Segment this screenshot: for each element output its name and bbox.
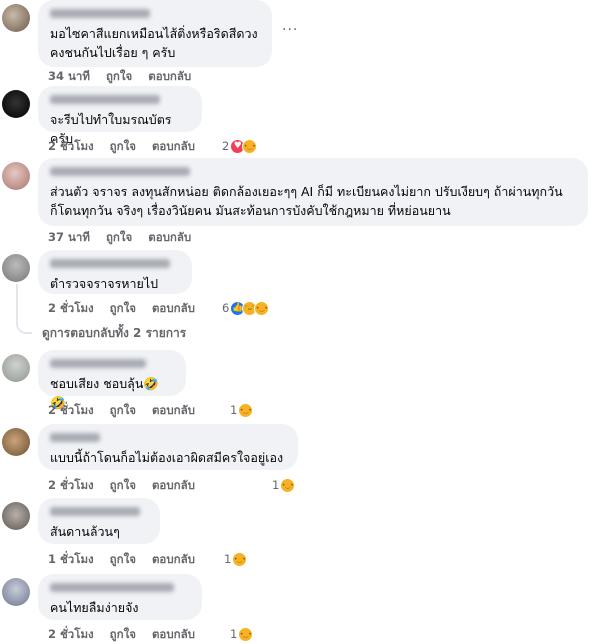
comment-bubble: ชอบเสียง ชอบลุ้น🤣🤣 xyxy=(38,350,186,410)
like-button[interactable]: ถูกใจ xyxy=(110,552,136,566)
comment-text: สันดานล้วนๆ xyxy=(50,524,120,539)
comment-actions: 2 ชั่วโมง ถูกใจ ตอบกลับ xyxy=(48,476,207,494)
like-button[interactable]: ถูกใจ xyxy=(110,301,136,315)
reaction-summary[interactable]: 2 ♥ xyxy=(222,137,258,155)
reply-button[interactable]: ตอบกลับ xyxy=(152,478,195,492)
reaction-count: 6 xyxy=(222,301,230,315)
reply-button[interactable]: ตอบกลับ xyxy=(152,403,195,417)
like-button[interactable]: ถูกใจ xyxy=(110,403,136,417)
sad-reaction-icon xyxy=(254,300,270,316)
author-name[interactable] xyxy=(50,95,160,104)
comment-bubble: มอไซคาสีแยกเหมือนไส้ติ่งหรือริดสีดวง คงช… xyxy=(38,0,272,67)
like-button[interactable]: ถูกใจ xyxy=(110,627,136,641)
author-name[interactable] xyxy=(50,259,170,268)
reply-button[interactable]: ตอบกลับ xyxy=(152,301,195,315)
comment-text: ส่วนตัว จราจร ลงทุนสักหน่อย ติดกล้องเยอะ… xyxy=(50,184,563,218)
reaction-count: 1 xyxy=(230,627,238,641)
thread-line xyxy=(16,284,32,334)
reaction-count: 1 xyxy=(272,478,280,492)
like-button[interactable]: ถูกใจ xyxy=(110,478,136,492)
author-name[interactable] xyxy=(50,9,150,18)
timestamp[interactable]: 1 ชั่วโมง xyxy=(48,552,94,566)
reply-button[interactable]: ตอบกลับ xyxy=(152,139,195,153)
reply-button[interactable]: ตอบกลับ xyxy=(148,230,191,244)
avatar[interactable] xyxy=(2,502,30,530)
reply-button[interactable]: ตอบกลับ xyxy=(152,552,195,566)
comment-actions: 2 ชั่วโมง ถูกใจ ตอบกลับ xyxy=(48,137,207,155)
comment-bubble: จะรีบไปทำใบมรณบัตรครับ xyxy=(38,86,202,146)
comment-actions: 34 นาที ถูกใจ ตอบกลับ xyxy=(48,67,203,85)
see-replies-link[interactable]: ดูการตอบกลับทั้ง 2 รายการ xyxy=(42,324,186,343)
avatar[interactable] xyxy=(2,578,30,606)
sad-reaction-icon xyxy=(238,402,254,418)
sad-reaction-icon xyxy=(232,551,248,567)
reaction-count: 1 xyxy=(224,552,232,566)
comment-text: คนไทยลืมง่ายจัง xyxy=(50,600,139,615)
reaction-summary[interactable]: 1 xyxy=(224,550,248,568)
comment-actions: 2 ชั่วโมง ถูกใจ ตอบกลับ xyxy=(48,401,207,419)
comment-actions: 2 ชั่วโมง ถูกใจ ตอบกลับ xyxy=(48,299,207,317)
comment-text: แบบนี้ถ้าโดนก็อไม่ต้องเอาผิดสมีครใจอยู่เ… xyxy=(50,450,284,465)
like-button[interactable]: ถูกใจ xyxy=(106,230,132,244)
reaction-count: 1 xyxy=(230,403,238,417)
comment-text: ตำรวจจราจรหายไป xyxy=(50,276,159,291)
like-button[interactable]: ถูกใจ xyxy=(106,69,132,83)
author-name[interactable] xyxy=(50,507,140,516)
comment-actions: 2 ชั่วโมง ถูกใจ ตอบกลับ xyxy=(48,625,207,643)
author-name[interactable] xyxy=(50,359,146,368)
author-name[interactable] xyxy=(50,167,190,176)
avatar[interactable] xyxy=(2,354,30,382)
comment-bubble: ตำรวจจราจรหายไป xyxy=(38,250,192,294)
comment-bubble: แบบนี้ถ้าโดนก็อไม่ต้องเอาผิดสมีครใจอยู่เ… xyxy=(38,424,298,470)
timestamp[interactable]: 2 ชั่วโมง xyxy=(48,627,94,641)
sad-reaction-icon xyxy=(238,626,254,642)
avatar[interactable] xyxy=(2,428,30,456)
comment-actions: 37 นาที ถูกใจ ตอบกลับ xyxy=(48,228,203,246)
more-options-icon[interactable]: ··· xyxy=(282,22,298,38)
comment-bubble: ส่วนตัว จราจร ลงทุนสักหน่อย ติดกล้องเยอะ… xyxy=(38,158,588,226)
timestamp[interactable]: 2 ชั่วโมง xyxy=(48,478,94,492)
timestamp[interactable]: 2 ชั่วโมง xyxy=(48,301,94,315)
reply-button[interactable]: ตอบกลับ xyxy=(148,69,191,83)
author-name[interactable] xyxy=(50,583,174,592)
reaction-summary[interactable]: 1 xyxy=(230,401,254,419)
timestamp[interactable]: 2 ชั่วโมง xyxy=(48,139,94,153)
reaction-summary[interactable]: 6 👍 xyxy=(222,299,270,317)
timestamp[interactable]: 37 นาที xyxy=(48,230,90,244)
sad-reaction-icon xyxy=(280,477,296,493)
reaction-summary[interactable]: 1 xyxy=(272,476,296,494)
reaction-count: 2 xyxy=(222,139,230,153)
avatar[interactable] xyxy=(2,162,30,190)
reaction-summary[interactable]: 1 xyxy=(230,625,254,643)
author-name[interactable] xyxy=(50,433,100,442)
comment-text: มอไซคาสีแยกเหมือนไส้ติ่งหรือริดสีดวง คงช… xyxy=(50,26,258,60)
avatar[interactable] xyxy=(2,254,30,282)
avatar[interactable] xyxy=(2,4,30,32)
comment-bubble: คนไทยลืมง่ายจัง xyxy=(38,574,202,620)
avatar[interactable] xyxy=(2,90,30,118)
comment-actions: 1 ชั่วโมง ถูกใจ ตอบกลับ xyxy=(48,550,207,568)
like-button[interactable]: ถูกใจ xyxy=(110,139,136,153)
timestamp[interactable]: 34 นาที xyxy=(48,69,90,83)
comment-bubble: สันดานล้วนๆ xyxy=(38,498,160,544)
timestamp[interactable]: 2 ชั่วโมง xyxy=(48,403,94,417)
sad-reaction-icon xyxy=(242,138,258,154)
reply-button[interactable]: ตอบกลับ xyxy=(152,627,195,641)
